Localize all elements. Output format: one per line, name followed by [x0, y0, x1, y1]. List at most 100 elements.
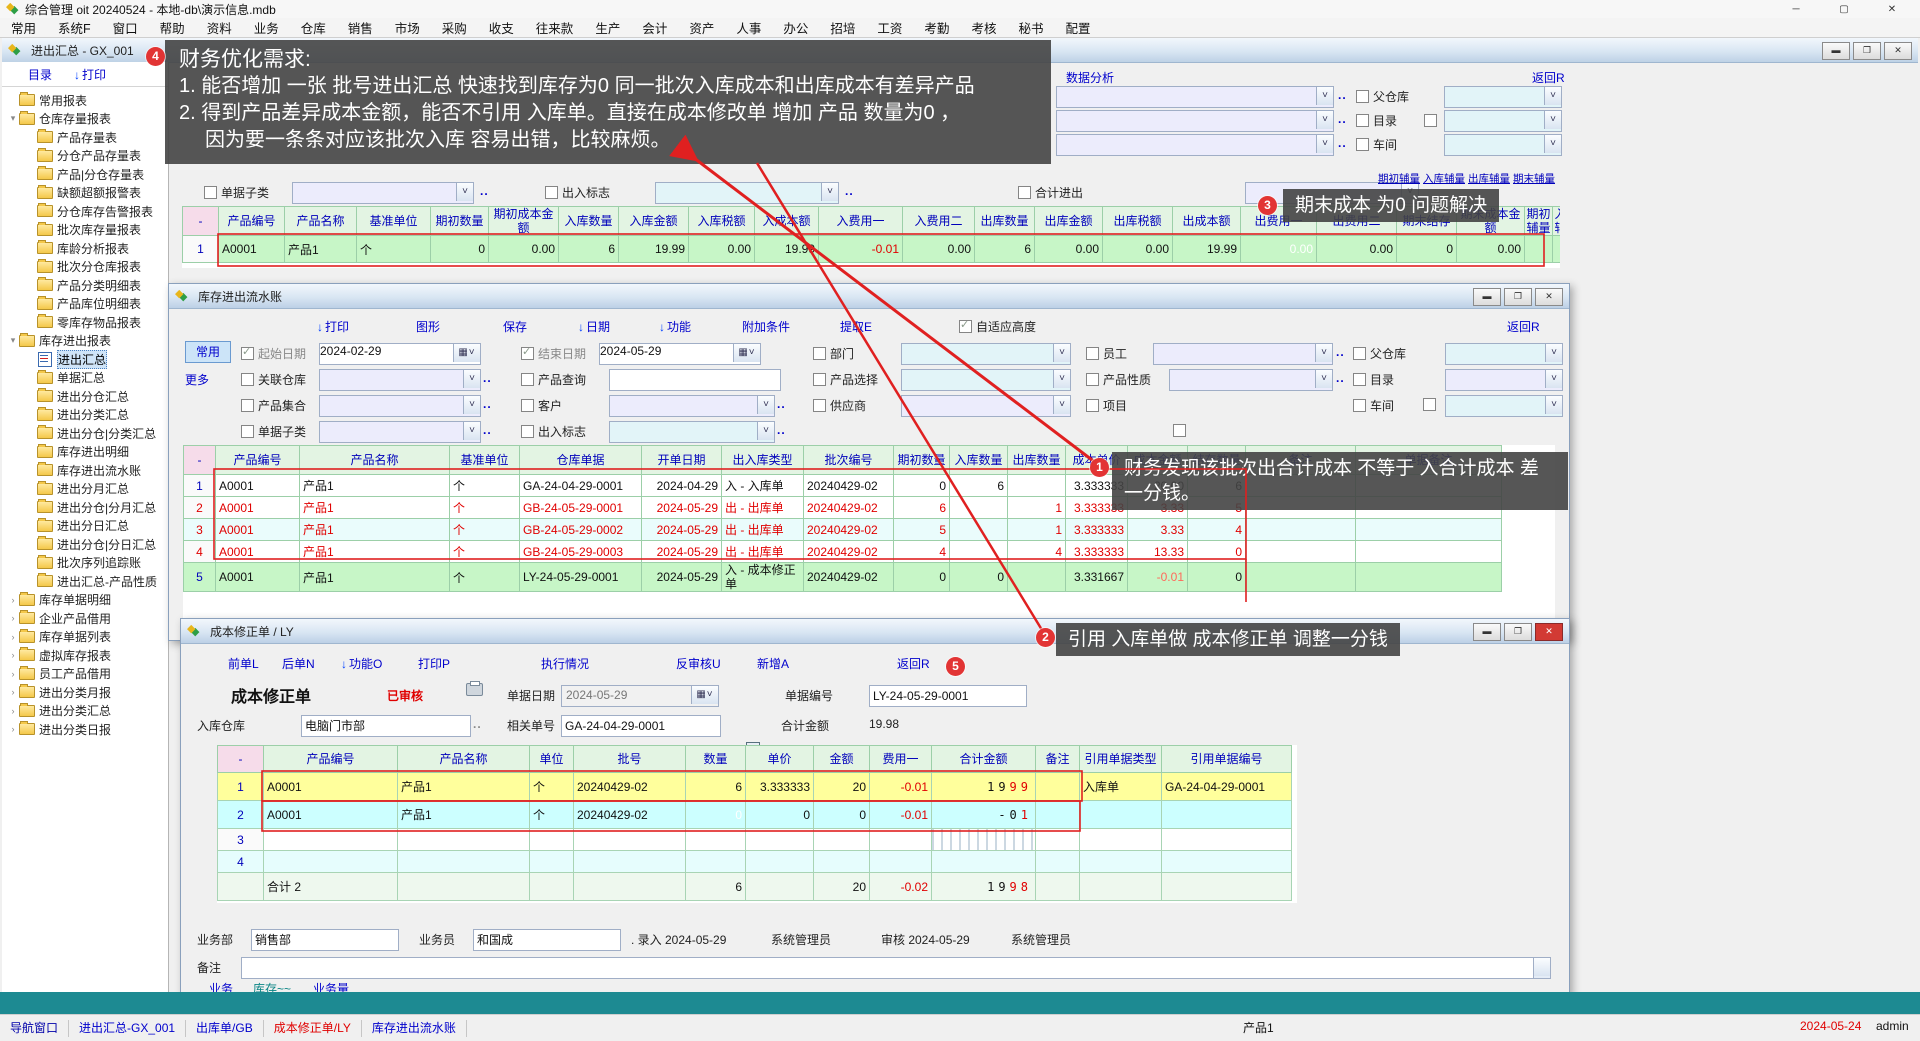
- menu-item[interactable]: 收支: [478, 16, 525, 39]
- win2-relwh-dropdown[interactable]: [319, 369, 481, 391]
- column-header[interactable]: 期初数量: [431, 207, 489, 236]
- menu-item[interactable]: 窗口: [102, 16, 149, 39]
- cell[interactable]: 6: [686, 873, 746, 901]
- tree-item[interactable]: ›进出分类汇总: [2, 702, 168, 721]
- checkbox-icon[interactable]: [1356, 138, 1369, 151]
- more-dots-link[interactable]: ..: [483, 397, 492, 411]
- cell[interactable]: [398, 873, 530, 901]
- cell[interactable]: [950, 541, 1008, 563]
- win2-startdate-input[interactable]: 2024-02-29: [319, 343, 481, 365]
- tree-item[interactable]: 产品分类明细表: [2, 276, 168, 295]
- win3-minimize-button[interactable]: ▬: [1473, 623, 1501, 641]
- printer-icon[interactable]: [466, 683, 483, 696]
- win2-product-query-input[interactable]: [609, 369, 781, 391]
- column-header[interactable]: -: [184, 446, 216, 475]
- cell[interactable]: [398, 829, 530, 851]
- cell[interactable]: 20240429-02: [574, 801, 686, 829]
- column-header[interactable]: 入库金额: [619, 207, 689, 236]
- cell[interactable]: 2024-05-29: [642, 541, 722, 563]
- cell[interactable]: 1: [218, 773, 264, 801]
- win2-conditions-link[interactable]: 附加条件: [742, 318, 790, 335]
- win3-new-link[interactable]: 新增A: [757, 655, 789, 672]
- win2-product-query-filter[interactable]: 产品查询: [521, 371, 586, 388]
- cell[interactable]: 0: [686, 801, 746, 829]
- column-header[interactable]: -: [218, 746, 264, 773]
- cell[interactable]: 4: [1008, 541, 1066, 563]
- tree-expand-icon[interactable]: ›: [8, 650, 18, 660]
- cell[interactable]: A0001: [216, 519, 300, 541]
- cell[interactable]: 0.00: [689, 236, 755, 263]
- win2-dept-dropdown[interactable]: [901, 343, 1071, 365]
- cell[interactable]: [1080, 829, 1162, 851]
- win2-tab-common[interactable]: 常用: [185, 341, 231, 363]
- cell[interactable]: 0.00: [1035, 236, 1103, 263]
- more-dots-link[interactable]: ..: [483, 423, 492, 437]
- cell[interactable]: 0: [431, 236, 489, 263]
- tree-item[interactable]: 产品|分仓存量表: [2, 165, 168, 184]
- cell[interactable]: 产品1: [300, 497, 450, 519]
- cell[interactable]: 入 - 成本修正单: [722, 563, 804, 592]
- column-header[interactable]: 备注: [1036, 746, 1080, 773]
- clerk-input[interactable]: 和国成: [473, 929, 621, 951]
- win2-employee-dropdown[interactable]: [1153, 343, 1333, 365]
- menu-item[interactable]: 帮助: [149, 16, 196, 39]
- menu-item[interactable]: 销售: [337, 16, 384, 39]
- cell[interactable]: 6: [894, 497, 950, 519]
- cell[interactable]: 3.333333: [1066, 541, 1128, 563]
- menu-item[interactable]: 秘书: [1007, 16, 1054, 39]
- tree-item[interactable]: ›进出分类日报: [2, 720, 168, 739]
- win2-product-nature-dropdown[interactable]: [1169, 369, 1333, 391]
- cell[interactable]: 2: [218, 801, 264, 829]
- win2-maximize-button[interactable]: ❐: [1504, 288, 1532, 306]
- win2-save-link[interactable]: 保存: [503, 318, 527, 335]
- column-header[interactable]: 单价: [746, 746, 814, 773]
- remark-dropdown-button[interactable]: ˅: [1533, 957, 1551, 979]
- cell[interactable]: 2024-04-29: [642, 475, 722, 497]
- cell[interactable]: [1036, 873, 1080, 901]
- tree-item[interactable]: ▾仓库存量报表: [2, 110, 168, 129]
- cell[interactable]: A0001: [216, 541, 300, 563]
- menu-item[interactable]: 生产: [584, 16, 631, 39]
- cell[interactable]: 0: [950, 563, 1008, 592]
- win1-subtype-filter[interactable]: 单据子类: [204, 184, 269, 201]
- column-header[interactable]: 出库金额: [1035, 207, 1103, 236]
- app-maximize-button[interactable]: ▢: [1820, 2, 1868, 17]
- cell[interactable]: [1356, 519, 1502, 541]
- cell[interactable]: -0.01: [1128, 563, 1188, 592]
- cell[interactable]: [1162, 801, 1292, 829]
- checkbox-icon[interactable]: [545, 186, 558, 199]
- tree-item[interactable]: ›员工产品借用: [2, 665, 168, 684]
- tree-item[interactable]: 进出汇总: [2, 350, 168, 369]
- cell[interactable]: 0: [814, 801, 870, 829]
- cell[interactable]: 出 - 出库单: [722, 497, 804, 519]
- cell[interactable]: 0: [894, 475, 950, 497]
- tree-item[interactable]: 进出分类汇总: [2, 406, 168, 425]
- column-header[interactable]: 期初成本金额: [489, 207, 559, 236]
- win1-return-link[interactable]: 返回R: [1532, 69, 1565, 86]
- cell[interactable]: 4: [894, 541, 950, 563]
- checkbox-icon[interactable]: [521, 373, 534, 386]
- win2-startdate-filter[interactable]: 起始日期: [241, 345, 306, 362]
- column-header[interactable]: 产品名称: [285, 207, 357, 236]
- cell[interactable]: 20: [814, 873, 870, 901]
- win2-supplier-filter[interactable]: 供应商: [813, 397, 866, 414]
- tree-item[interactable]: 零库存物品报表: [2, 313, 168, 332]
- cell[interactable]: [1525, 236, 1553, 263]
- win2-print-link[interactable]: ↓打印: [317, 318, 349, 335]
- checkbox-icon[interactable]: [241, 425, 254, 438]
- column-header[interactable]: 入成本额: [755, 207, 819, 236]
- more-dots-link[interactable]: ..: [1338, 88, 1347, 102]
- tree-expand-icon[interactable]: ▾: [8, 113, 18, 124]
- win1-subtype-dropdown[interactable]: [292, 182, 474, 204]
- cell[interactable]: 2024-05-29: [642, 497, 722, 519]
- cell[interactable]: [1162, 873, 1292, 901]
- cell[interactable]: 出 - 出库单: [722, 519, 804, 541]
- cell[interactable]: 个: [530, 773, 574, 801]
- cell[interactable]: 个: [357, 236, 431, 263]
- cell[interactable]: [218, 873, 264, 901]
- cell[interactable]: 1: [1008, 497, 1066, 519]
- checkbox-icon[interactable]: [1353, 399, 1366, 412]
- win2-extract-link[interactable]: 提取E: [840, 318, 872, 335]
- win1-close-button[interactable]: ✕: [1884, 42, 1912, 60]
- win1-filter-dropdown[interactable]: [1056, 86, 1334, 108]
